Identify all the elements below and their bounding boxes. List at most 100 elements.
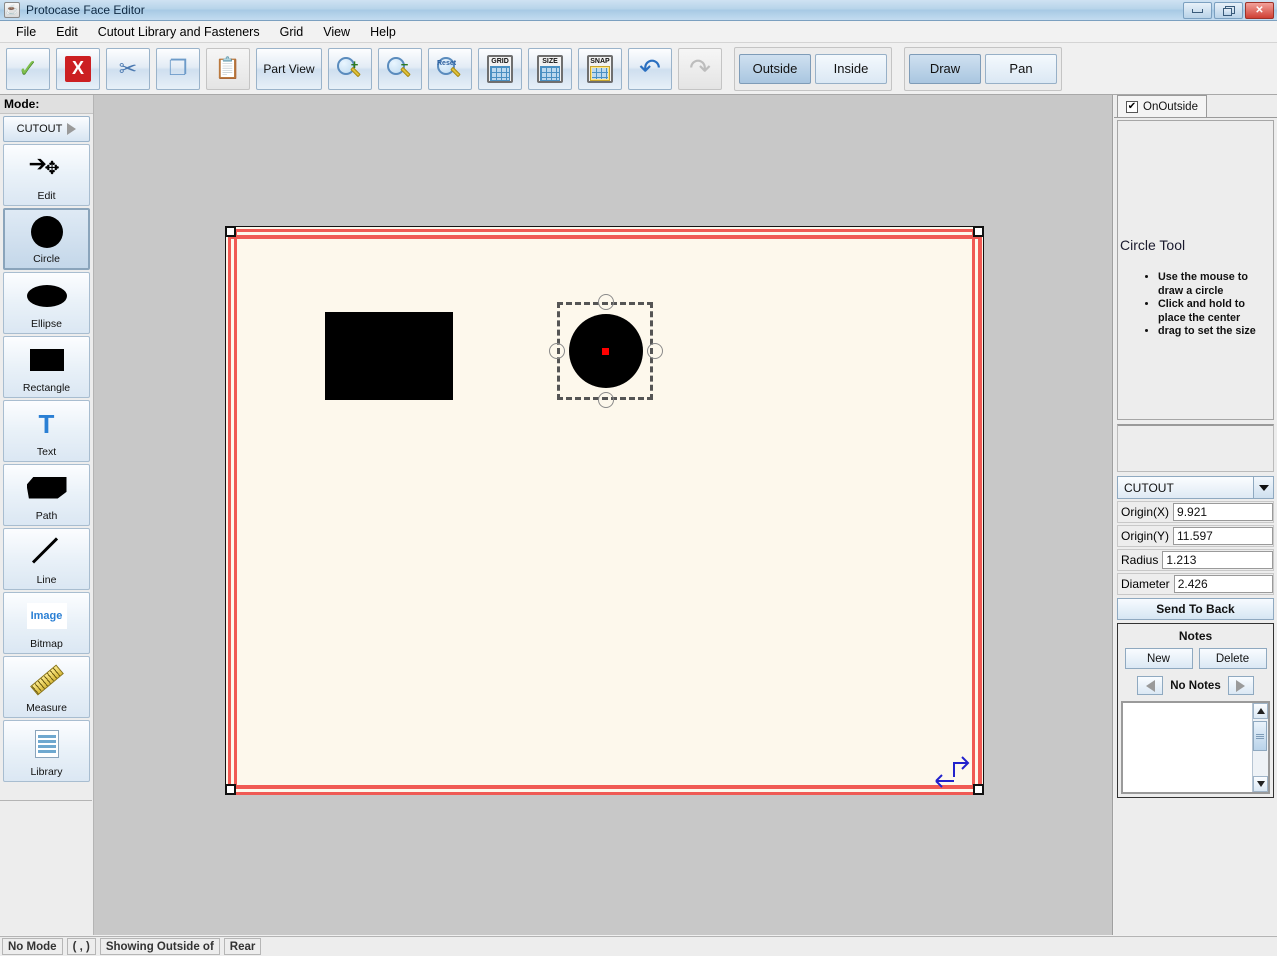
shape-rectangle[interactable] [325,312,453,400]
sidebar-tool-path[interactable]: Path [3,464,90,526]
list-icon [4,721,89,766]
scroll-down-icon[interactable] [1253,776,1268,792]
notes-delete-button[interactable]: Delete [1198,648,1267,669]
origin-y-label: Origin(Y) [1121,529,1170,543]
image-icon: Image [4,593,89,638]
sheet-edge-right [978,231,982,793]
cutout-mode-button[interactable]: CUTOUT [3,116,90,142]
notes-prev-button[interactable] [1137,676,1164,695]
status-showing: Showing Outside of [99,938,220,955]
tab-onoutside-label: OnOutside [1143,100,1198,113]
zoom-reset-button[interactable]: Reset [428,47,472,90]
window-title: Protocase Face Editor [26,3,145,17]
menu-cutout-library-and-fasteners[interactable]: Cutout Library and Fasteners [88,23,270,41]
notes-next-button[interactable] [1227,676,1254,695]
sheet-handle-top-left[interactable] [225,226,236,237]
sheet-handle-bottom-left[interactable] [225,784,236,795]
zoom-out-button[interactable]: − [378,47,422,90]
maximize-button[interactable] [1214,2,1243,19]
notes-title: Notes [1178,629,1213,643]
pan-button[interactable]: Pan [985,53,1057,84]
rectangle-icon [4,337,89,382]
sheet-handle-bottom-right[interactable] [973,784,984,795]
shape-circle-selected[interactable] [549,294,663,408]
scroll-thumb[interactable] [1253,721,1267,751]
sheet-edge-left2 [234,231,237,789]
cursor-move-icon: ➔ ✥ [28,150,60,178]
sidebar-tool-library[interactable]: Library [3,720,90,782]
status-face: Rear [223,938,262,955]
sheet-edge-top2 [230,235,982,239]
diameter-input[interactable] [1173,575,1273,593]
redo-arrow-icon: ↷ [689,53,711,83]
play-arrow-icon [67,123,77,135]
cutout-type-combo[interactable]: CUTOUT [1117,476,1274,499]
menu-grid[interactable]: Grid [270,23,314,41]
handle-north[interactable] [598,294,614,310]
sidebar-tool-ellipse[interactable]: Ellipse [3,272,90,334]
origin-x-input[interactable] [1173,503,1273,521]
scroll-up-icon[interactable] [1253,703,1268,719]
magnifier-plus-icon: + [337,56,363,81]
cancel-button[interactable]: X [56,47,100,90]
part-view-button[interactable]: Part View [256,47,322,90]
sheet-edge-left [228,231,231,789]
cutout-mode-label: CUTOUT [16,123,63,135]
redo-button[interactable]: ↷ [678,47,722,90]
handle-south[interactable] [598,392,614,408]
send-to-back-button[interactable]: Send To Back [1117,598,1274,620]
draw-button[interactable]: Draw [909,53,981,84]
sidebar-tool-edit[interactable]: ➔ ✥ Edit [3,144,90,206]
ruler-icon [4,657,89,702]
circle-icon [5,210,88,253]
sheet-edge-bottom2 [228,792,982,795]
snap-button[interactable]: SNAP [578,47,622,90]
size-button[interactable]: SIZE [528,47,572,90]
handle-east[interactable] [647,343,663,359]
main-toolbar: ✓ X ✂ ❐ 📋 Part View + − Reset GRID SIZE … [0,43,1277,95]
tool-help-box: Circle Tool Use the mouse to draw a circ… [1117,120,1274,420]
origin-y-input[interactable] [1173,527,1273,545]
center-marker[interactable] [598,344,612,358]
tool-help-bullet: Click and hold to place the center [1158,298,1271,325]
menu-help[interactable]: Help [360,23,406,41]
outside-button[interactable]: Outside [739,53,811,84]
tab-onoutside[interactable]: ✔ OnOutside [1117,95,1207,117]
sidebar-tool-circle[interactable]: Circle [3,208,90,270]
drawing-canvas[interactable] [94,95,1113,935]
inside-button[interactable]: Inside [815,53,887,84]
copy-button[interactable]: ❐ [156,47,200,90]
sidebar-tool-rectangle[interactable]: Rectangle [3,336,90,398]
onoutside-checkbox[interactable]: ✔ [1126,100,1138,113]
menu-file[interactable]: File [6,23,46,41]
undo-button[interactable]: ↶ [628,47,672,90]
paste-button[interactable]: 📋 [206,47,250,90]
sheet-handle-top-right[interactable] [973,226,984,237]
menu-view[interactable]: View [313,23,360,41]
grid-button[interactable]: GRID [478,47,522,90]
accept-button[interactable]: ✓ [6,47,50,90]
minimize-button[interactable] [1183,2,1212,19]
window-controls: ✕ [1183,2,1274,19]
sidebar-tool-library-label: Library [30,766,63,778]
application-window: ☕ Protocase Face Editor ✕ File Edit Cuto… [0,0,1277,956]
notes-scrollbar[interactable] [1252,703,1268,792]
sidebar-tool-line[interactable]: Line [3,528,90,590]
menu-edit[interactable]: Edit [46,23,88,41]
notes-new-button[interactable]: New [1124,648,1193,669]
side-toggle-group: Outside Inside [734,46,892,91]
zoom-in-button[interactable]: + [328,47,372,90]
handle-west[interactable] [549,343,565,359]
sidebar-tool-bitmap[interactable]: Image Bitmap [3,592,90,654]
scissors-icon: ✂ [118,55,138,81]
sidebar-tool-measure[interactable]: Measure [3,656,90,718]
radius-input[interactable] [1162,551,1273,569]
notes-textarea[interactable] [1123,703,1252,792]
scroll-track[interactable] [1253,719,1268,776]
text-t-icon: T [38,408,55,439]
cut-button[interactable]: ✂ [106,47,150,90]
diameter-row: Diameter [1117,573,1274,595]
sidebar-tool-text[interactable]: T Text [3,400,90,462]
close-button[interactable]: ✕ [1245,2,1274,19]
chevron-down-icon[interactable] [1253,477,1273,498]
